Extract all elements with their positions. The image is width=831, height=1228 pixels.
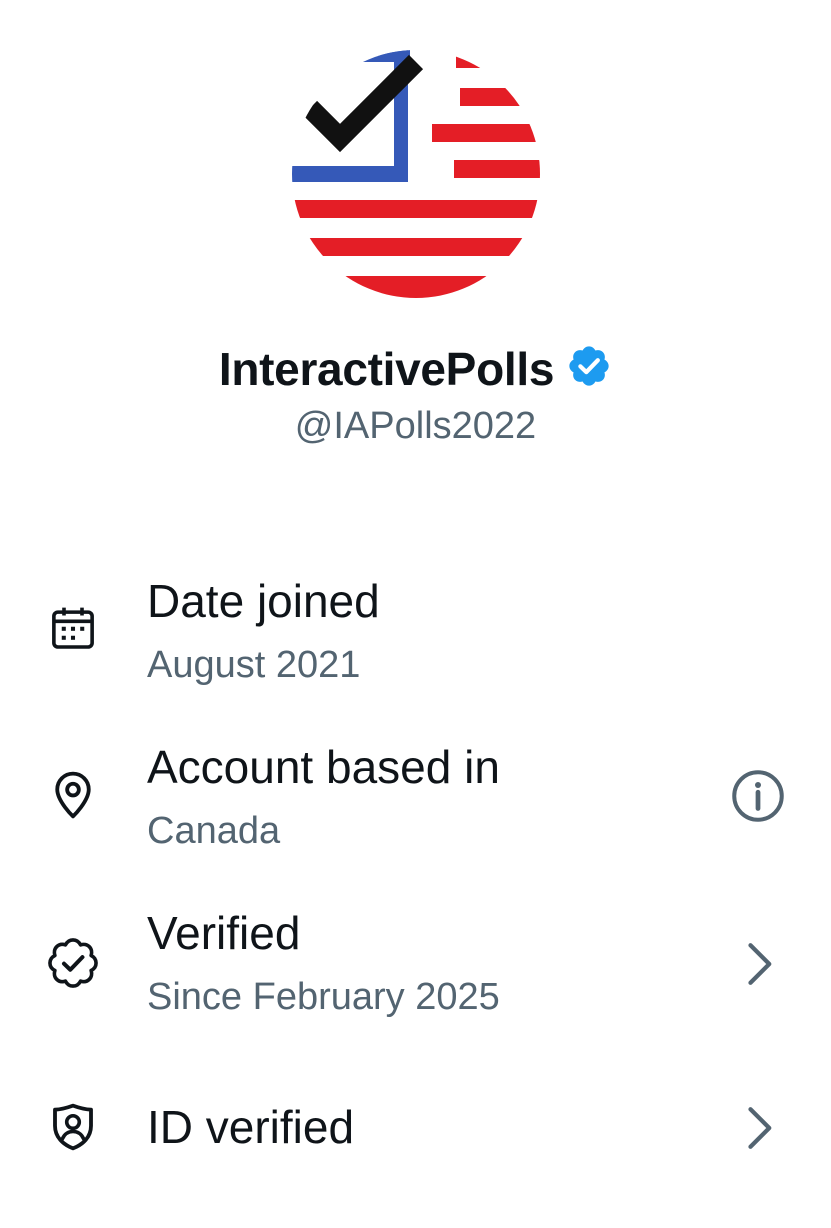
- detail-title: ID verified: [147, 1101, 355, 1153]
- detail-row-date-joined: Date joined August 2021: [0, 570, 831, 700]
- avatar-logo: [292, 50, 540, 298]
- detail-title: Account based in: [147, 741, 500, 793]
- name-row: InteractivePolls: [0, 342, 831, 396]
- detail-subtitle: Canada: [147, 810, 281, 852]
- detail-row-account-based-in: Account based in Canada: [0, 736, 831, 866]
- calendar-icon: [46, 602, 100, 656]
- detail-row-verified[interactable]: Verified Since February 2025: [0, 902, 831, 1032]
- avatar[interactable]: [290, 48, 542, 300]
- location-pin-icon: [46, 768, 100, 822]
- info-icon[interactable]: [728, 766, 788, 826]
- id-shield-icon: [46, 1100, 100, 1154]
- handle: @IAPolls2022: [294, 405, 537, 447]
- chevron-right-icon[interactable]: [728, 934, 788, 994]
- detail-title: Date joined: [147, 575, 380, 627]
- display-name: InteractivePolls: [218, 343, 555, 395]
- chevron-right-icon[interactable]: [728, 1098, 788, 1158]
- detail-subtitle: Since February 2025: [147, 976, 500, 1018]
- detail-row-id-verified[interactable]: ID verified: [0, 1098, 831, 1228]
- detail-subtitle: August 2021: [147, 644, 361, 686]
- verified-check-icon: [46, 936, 100, 990]
- verified-badge-icon[interactable]: [566, 343, 612, 389]
- detail-title: Verified: [147, 907, 301, 959]
